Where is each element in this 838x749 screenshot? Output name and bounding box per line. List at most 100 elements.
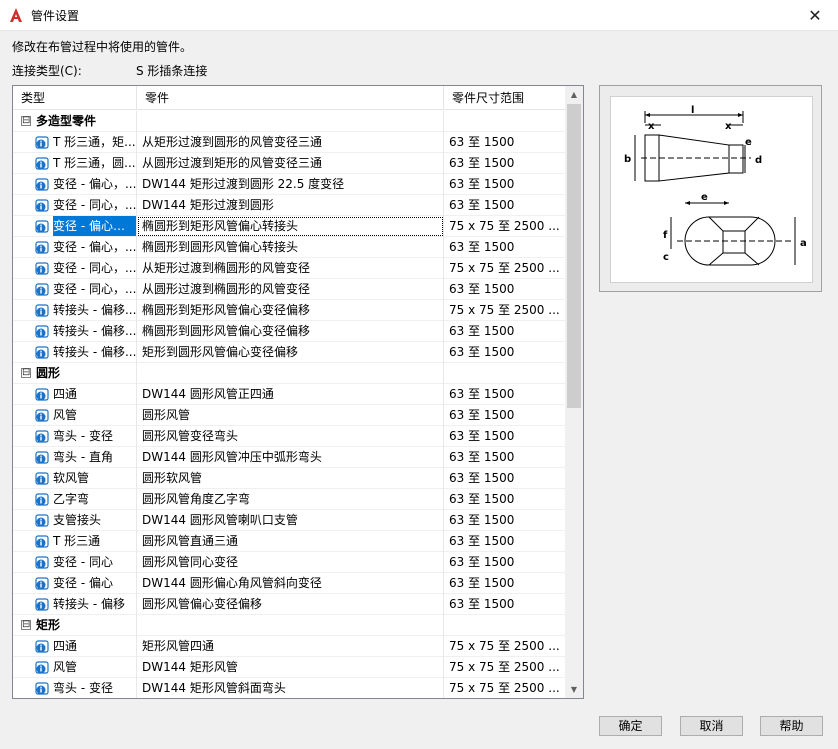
type-cell[interactable]: 变径 - 同心，... [13, 279, 137, 300]
column-header-part[interactable]: 零件 [137, 86, 444, 110]
table-row[interactable]: T 形三通，矩... 从矩形过渡到圆形的风管变径三通 63 至 1500 [13, 132, 565, 153]
type-cell[interactable]: 风管 [13, 405, 137, 426]
part-cell[interactable]: 矩形到圆形风管偏心变径偏移 [137, 342, 444, 363]
help-button[interactable]: 帮助 [760, 716, 823, 736]
part-cell[interactable]: DW144 矩形风管 [137, 657, 444, 678]
scroll-thumb[interactable] [567, 104, 581, 408]
vertical-scrollbar[interactable]: ▲ ▼ [565, 86, 583, 698]
table-row[interactable]: 变径 - 偏心 DW144 圆形偏心角风管斜向变径 63 至 1500 [13, 573, 565, 594]
part-cell[interactable]: 圆形风管 [137, 405, 444, 426]
scroll-up-button[interactable]: ▲ [565, 86, 583, 103]
table-row[interactable]: 变径 - 偏心，... DW144 矩形过渡到圆形 22.5 度变径 63 至 15… [13, 174, 565, 195]
part-cell[interactable]: DW144 圆形风管喇叭口支管 [137, 510, 444, 531]
size-range-cell: 63 至 1500 [449, 282, 515, 296]
table-row[interactable]: 变径 - 同心，... 从矩形过渡到椭圆形的风管变径 75 x 75 至 2500 … [13, 258, 565, 279]
type-cell[interactable]: 变径 - 偏心，... [13, 237, 137, 258]
table-row[interactable]: 变径 - 同心 圆形风管同心变径 63 至 1500 [13, 552, 565, 573]
table-row[interactable]: 转接头 - 偏移 圆形风管偏心变径偏移 63 至 1500 [13, 594, 565, 615]
table-row[interactable]: 四通 DW144 圆形风管正四通 63 至 1500 [13, 384, 565, 405]
type-cell[interactable]: T 形三通，矩... [13, 132, 137, 153]
part-cell[interactable]: 从矩形过渡到椭圆形的风管变径 [137, 258, 444, 279]
collapse-icon[interactable]: ⊟ [21, 368, 31, 378]
table-row[interactable]: 软风管 圆形软风管 63 至 1500 [13, 468, 565, 489]
part-cell[interactable]: 矩形风管四通 [137, 636, 444, 657]
part-cell[interactable]: 圆形风管偏心变径偏移 [137, 594, 444, 615]
collapse-icon[interactable]: ⊟ [21, 116, 31, 126]
collapse-icon[interactable]: ⊟ [21, 620, 31, 630]
part-cell[interactable]: 椭圆形到矩形风管偏心变径偏移 [137, 300, 444, 321]
type-cell[interactable]: 风管 [13, 657, 137, 678]
table-row[interactable]: 变径 - 同心，... DW144 矩形过渡到圆形 63 至 1500 [13, 195, 565, 216]
column-header-type[interactable]: 类型 [13, 86, 137, 110]
part-cell[interactable]: DW144 圆形风管正四通 [137, 384, 444, 405]
cancel-button[interactable]: 取消 [680, 716, 743, 736]
ok-button[interactable]: 确定 [599, 716, 662, 736]
type-cell[interactable]: 变径 - 同心 [13, 552, 137, 573]
type-cell[interactable]: 变径 - 偏心，... [13, 216, 137, 237]
table-row[interactable]: 乙字弯 圆形风管角度乙字弯 63 至 1500 [13, 489, 565, 510]
part-cell[interactable]: DW144 矩形过渡到圆形 22.5 度变径 [137, 174, 444, 195]
part-cell[interactable]: 椭圆形到圆形风管偏心变径偏移 [137, 321, 444, 342]
table-row[interactable]: 四通 矩形风管四通 75 x 75 至 2500 ... [13, 636, 565, 657]
type-cell[interactable]: 弯头 - 直角 [13, 447, 137, 468]
connection-type-label: 连接类型(C): [12, 64, 82, 78]
type-cell[interactable]: 变径 - 同心，... [13, 258, 137, 279]
type-cell[interactable]: 支管接头 [13, 510, 137, 531]
table-row[interactable]: 风管 圆形风管 63 至 1500 [13, 405, 565, 426]
table-group-row[interactable]: ⊟ 圆形 [13, 363, 565, 384]
type-cell[interactable]: 转接头 - 偏移... [13, 342, 137, 363]
part-cell[interactable]: 圆形风管变径弯头 [137, 426, 444, 447]
type-cell[interactable]: 软风管 [13, 468, 137, 489]
type-cell[interactable]: 四通 [13, 636, 137, 657]
close-button[interactable]: ✕ [792, 0, 838, 31]
type-cell[interactable]: 四通 [13, 384, 137, 405]
table-row[interactable]: T 形三通，圆... 从圆形过渡到矩形的风管变径三通 63 至 1500 [13, 153, 565, 174]
type-cell[interactable]: 转接头 - 偏移... [13, 300, 137, 321]
duct-fitting-icon [35, 220, 49, 233]
part-cell[interactable]: 圆形风管直通三通 [137, 531, 444, 552]
part-cell[interactable]: 从圆形过渡到椭圆形的风管变径 [137, 279, 444, 300]
column-header-size-range[interactable]: 零件尺寸范围 [444, 86, 565, 110]
part-cell[interactable]: DW144 圆形风管冲压中弧形弯头 [137, 447, 444, 468]
scroll-down-button[interactable]: ▼ [565, 681, 583, 698]
type-cell[interactable]: 变径 - 偏心 [13, 573, 137, 594]
type-cell[interactable]: 弯头 - 变径 [13, 678, 137, 698]
table-group-row[interactable]: ⊟ 多造型零件 [13, 111, 565, 132]
part-cell[interactable]: 从圆形过渡到矩形的风管变径三通 [137, 153, 444, 174]
table-row-selected[interactable]: 变径 - 偏心，... 椭圆形到矩形风管偏心转接头 75 x 75 至 2500 .… [13, 216, 565, 237]
table-row[interactable]: 弯头 - 变径 DW144 矩形风管斜面弯头 75 x 75 至 2500 ... [13, 678, 565, 698]
table-row[interactable]: 支管接头 DW144 圆形风管喇叭口支管 63 至 1500 [13, 510, 565, 531]
part-cell[interactable]: 椭圆形到矩形风管偏心转接头 [137, 216, 444, 237]
table-row[interactable]: 风管 DW144 矩形风管 75 x 75 至 2500 ... [13, 657, 565, 678]
label-l: l [691, 105, 694, 116]
part-cell[interactable]: DW144 圆形偏心角风管斜向变径 [137, 573, 444, 594]
part-cell[interactable]: 从矩形过渡到圆形的风管变径三通 [137, 132, 444, 153]
part-cell[interactable]: DW144 矩形风管斜面弯头 [137, 678, 444, 698]
size-range-cell: 63 至 1500 [449, 534, 515, 548]
part-cell[interactable]: 圆形风管角度乙字弯 [137, 489, 444, 510]
type-cell[interactable]: T 形三通 [13, 531, 137, 552]
group-range-cell [444, 363, 565, 384]
table-row[interactable]: 弯头 - 直角 DW144 圆形风管冲压中弧形弯头 63 至 1500 [13, 447, 565, 468]
table-row[interactable]: 转接头 - 偏移... 椭圆形到圆形风管偏心变径偏移 63 至 1500 [13, 321, 565, 342]
part-cell[interactable]: 圆形风管同心变径 [137, 552, 444, 573]
table-row[interactable]: T 形三通 圆形风管直通三通 63 至 1500 [13, 531, 565, 552]
type-cell[interactable]: 乙字弯 [13, 489, 137, 510]
type-cell[interactable]: 变径 - 偏心，... [13, 174, 137, 195]
table-row[interactable]: 弯头 - 变径 圆形风管变径弯头 63 至 1500 [13, 426, 565, 447]
part-cell[interactable]: DW144 矩形过渡到圆形 [137, 195, 444, 216]
type-cell[interactable]: T 形三通，圆... [13, 153, 137, 174]
part-cell[interactable]: 圆形软风管 [137, 468, 444, 489]
table-group-row[interactable]: ⊟ 矩形 [13, 615, 565, 636]
type-cell[interactable]: 弯头 - 变径 [13, 426, 137, 447]
type-cell[interactable]: 转接头 - 偏移... [13, 321, 137, 342]
table-row[interactable]: 变径 - 同心，... 从圆形过渡到椭圆形的风管变径 63 至 1500 [13, 279, 565, 300]
type-cell[interactable]: 变径 - 同心，... [13, 195, 137, 216]
table-row[interactable]: 变径 - 偏心，... 椭圆形到圆形风管偏心转接头 63 至 1500 [13, 237, 565, 258]
type-label: 变径 - 偏心，... [53, 240, 137, 254]
type-cell[interactable]: 转接头 - 偏移 [13, 594, 137, 615]
table-row[interactable]: 转接头 - 偏移... 矩形到圆形风管偏心变径偏移 63 至 1500 [13, 342, 565, 363]
type-label: 转接头 - 偏移... [53, 345, 137, 359]
part-cell[interactable]: 椭圆形到圆形风管偏心转接头 [137, 237, 444, 258]
table-row[interactable]: 转接头 - 偏移... 椭圆形到矩形风管偏心变径偏移 75 x 75 至 2500 … [13, 300, 565, 321]
